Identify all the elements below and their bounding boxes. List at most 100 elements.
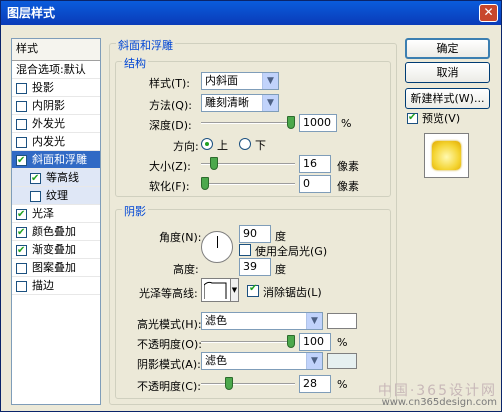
size-field[interactable]: 16: [299, 155, 331, 173]
style-list-item[interactable]: 等高线: [12, 169, 100, 188]
style-label: 样式(T):: [149, 77, 191, 90]
style-list-item-label: 描边: [32, 279, 54, 292]
blend-options-item[interactable]: 混合选项:默认: [12, 61, 100, 79]
highlight-opacity-slider[interactable]: [201, 335, 295, 348]
slider-thumb[interactable]: [209, 157, 218, 170]
slider-track: [201, 183, 295, 185]
highlight-opacity-field[interactable]: 100: [299, 333, 331, 351]
angle-field[interactable]: 90: [239, 225, 271, 243]
chevron-down-icon[interactable]: ▼: [306, 313, 322, 329]
soften-field[interactable]: 0: [299, 175, 331, 193]
style-list-item[interactable]: 描边: [12, 277, 100, 295]
preview-toggle[interactable]: 预览(V): [407, 110, 460, 127]
style-list-item[interactable]: 渐变叠加: [12, 241, 100, 260]
gloss-contour-label: 光泽等高线:: [139, 287, 198, 300]
style-list-item-label: 等高线: [46, 171, 79, 184]
style-checkbox[interactable]: [30, 170, 41, 188]
style-list-item[interactable]: 外发光: [12, 115, 100, 133]
chevron-down-icon[interactable]: ▼: [262, 95, 278, 111]
style-select[interactable]: 内斜面 ▼: [201, 72, 279, 90]
window-title: 图层样式: [7, 6, 56, 20]
shadow-color-swatch[interactable]: [327, 353, 357, 369]
slider-thumb[interactable]: [201, 177, 209, 190]
style-list-item-label: 内发光: [32, 135, 65, 148]
style-list-item[interactable]: 图案叠加: [12, 259, 100, 277]
style-list-item[interactable]: 内阴影: [12, 97, 100, 115]
style-checkbox[interactable]: [16, 83, 27, 94]
highlight-opacity-label: 不透明度(O):: [137, 338, 202, 351]
direction-up-radio[interactable]: [201, 138, 213, 150]
chevron-down-icon[interactable]: ▼: [262, 73, 278, 89]
soften-slider[interactable]: [201, 177, 295, 190]
style-list-item-label: 投影: [32, 81, 54, 94]
styles-list: 样式 混合选项:默认 投影内阴影外发光内发光斜面和浮雕等高线纹理光泽颜色叠加渐变…: [11, 38, 101, 405]
style-checkbox[interactable]: [16, 119, 27, 130]
highlight-color-swatch[interactable]: [327, 313, 357, 329]
slider-track: [201, 341, 295, 343]
slider-thumb[interactable]: [287, 116, 295, 129]
altitude-field[interactable]: 39: [239, 258, 271, 276]
gloss-contour-picker[interactable]: [201, 278, 231, 302]
style-list-item[interactable]: 纹理: [12, 187, 100, 205]
ok-button[interactable]: 确定: [405, 38, 490, 59]
global-light-checkbox[interactable]: [239, 244, 251, 256]
layer-style-dialog: 图层样式 ✕ 样式 混合选项:默认 投影内阴影外发光内发光斜面和浮雕等高线纹理光…: [0, 0, 502, 412]
depth-unit: %: [341, 117, 352, 130]
style-checkbox[interactable]: [16, 263, 27, 274]
style-checkbox[interactable]: [16, 281, 27, 292]
styles-header[interactable]: 样式: [12, 39, 100, 61]
angle-unit: 度: [275, 230, 286, 243]
structure-legend: 结构: [122, 55, 148, 71]
watermark: 中国·365设计网 www.cn365design.com: [378, 384, 497, 409]
depth-field[interactable]: 1000: [299, 114, 337, 132]
antialias-checkbox[interactable]: [247, 283, 259, 297]
slider-thumb[interactable]: [225, 377, 234, 390]
style-checkbox[interactable]: [30, 191, 41, 202]
shadow-opacity-slider[interactable]: [201, 377, 295, 390]
highlight-mode-select[interactable]: 滤色 ▼: [201, 312, 323, 330]
technique-select[interactable]: 雕刻清晰 ▼: [201, 94, 279, 112]
depth-label: 深度(D):: [149, 119, 192, 132]
direction-label: 方向:: [173, 140, 199, 153]
shadow-opacity-field[interactable]: 28: [299, 375, 331, 393]
style-checkbox[interactable]: [16, 152, 27, 170]
style-list-item-label: 内阴影: [32, 99, 65, 112]
antialias-label: 消除锯齿(L): [263, 286, 322, 299]
cancel-button[interactable]: 取消: [405, 62, 490, 83]
style-list-item-label: 渐变叠加: [32, 243, 76, 256]
slider-track: [201, 383, 295, 385]
technique-select-value: 雕刻清晰: [205, 96, 249, 109]
angle-dial[interactable]: [201, 231, 233, 263]
chevron-down-icon[interactable]: ▼: [306, 353, 322, 369]
preview-checkbox[interactable]: [407, 110, 418, 126]
highlight-mode-value: 滤色: [205, 314, 227, 327]
style-checkbox[interactable]: [16, 224, 27, 242]
style-list-item-label: 图案叠加: [32, 261, 76, 274]
close-icon[interactable]: ✕: [479, 4, 498, 22]
depth-slider[interactable]: [201, 116, 295, 129]
style-list-item[interactable]: 光泽: [12, 205, 100, 224]
shading-legend: 阴影: [122, 203, 148, 219]
style-list-item[interactable]: 颜色叠加: [12, 223, 100, 242]
style-checkbox[interactable]: [16, 137, 27, 148]
technique-label: 方法(Q):: [149, 99, 192, 112]
style-checkbox[interactable]: [16, 101, 27, 112]
style-list-item[interactable]: 投影: [12, 79, 100, 97]
style-list-item-label: 颜色叠加: [32, 225, 76, 238]
shadow-opacity-label: 不透明度(C):: [137, 380, 201, 393]
slider-thumb[interactable]: [287, 335, 295, 348]
direction-down-label: 下: [255, 139, 266, 152]
size-slider[interactable]: [201, 157, 295, 170]
style-list-item-label: 斜面和浮雕: [32, 153, 87, 166]
new-style-button[interactable]: 新建样式(W)...: [405, 88, 490, 109]
shadow-mode-select[interactable]: 滤色 ▼: [201, 352, 323, 370]
style-list-item[interactable]: 内发光: [12, 133, 100, 151]
title-bar: 图层样式 ✕: [1, 1, 501, 25]
contour-curve-icon: [204, 281, 227, 299]
style-list-item[interactable]: 斜面和浮雕: [12, 151, 100, 170]
style-checkbox[interactable]: [16, 242, 27, 260]
style-checkbox[interactable]: [16, 206, 27, 224]
chevron-down-icon[interactable]: ▼: [230, 278, 239, 302]
direction-down-radio[interactable]: [239, 138, 251, 150]
size-label: 大小(Z):: [149, 160, 191, 173]
